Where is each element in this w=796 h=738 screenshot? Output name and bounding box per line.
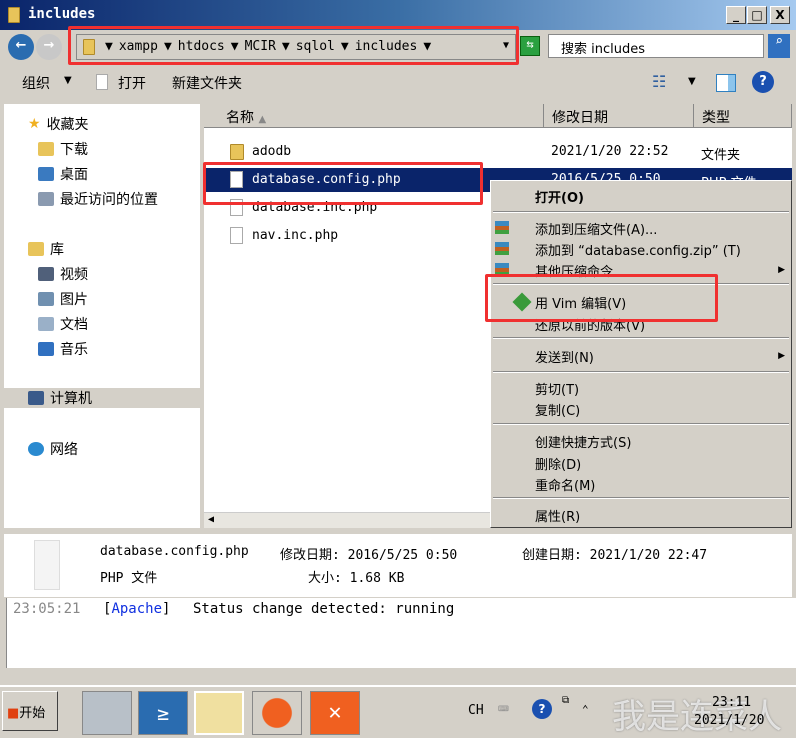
highlight-box <box>68 26 519 65</box>
menu-delete[interactable]: 删除(D) <box>535 454 581 473</box>
file-icon <box>34 540 60 590</box>
menu-open[interactable]: 打开(O) <box>535 187 584 206</box>
toolbar: 组织 ▼ 打开 新建文件夹 ☷ ▼ ? <box>0 66 796 100</box>
folder-icon <box>8 7 20 23</box>
show-hidden-icons[interactable]: ⌃ <box>582 703 589 716</box>
details-created: 创建日期: 2021/1/20 22:47 <box>522 548 708 563</box>
menu-rename[interactable]: 重命名(M) <box>535 475 595 494</box>
powershell-icon[interactable]: ≥ <box>138 691 188 735</box>
desktop-icon <box>38 167 54 181</box>
context-menu: 打开(O) 添加到压缩文件(A)... 添加到 “database.config… <box>490 180 792 528</box>
menu-add-zip[interactable]: 添加到 “database.config.zip” (T) <box>535 240 741 259</box>
winrar-icon <box>495 221 509 234</box>
search-icon[interactable]: ⌕ <box>768 34 790 58</box>
details-pane: database.config.php 修改日期: 2016/5/25 0:50… <box>4 534 792 597</box>
computer-icon <box>28 391 44 405</box>
taskbar: ■开始 ≥ ✕ CH ⌨ ? ⧉ ⌃ 我是连菜人 23:11 2021/1/20 <box>0 685 796 737</box>
nav-recent[interactable]: 最近访问的位置 <box>60 189 158 209</box>
language-indicator[interactable]: CH <box>468 703 484 718</box>
window-title: includes <box>28 6 96 22</box>
nav-favorites[interactable]: 收藏夹 <box>47 114 89 134</box>
refresh-icon[interactable]: ⇆ <box>520 36 540 56</box>
column-name[interactable]: 名称 ▲ <box>204 104 544 128</box>
highlight-box <box>203 162 483 205</box>
nav-downloads[interactable]: 下载 <box>60 139 88 159</box>
menu-cut[interactable]: 剪切(T) <box>535 379 579 398</box>
minimize-button[interactable]: _ <box>726 6 746 24</box>
file-icon <box>96 74 108 90</box>
search-input[interactable]: 搜索 includes <box>548 34 764 58</box>
xampp-log: 23:05:21 [Apache] Status change detected… <box>6 598 796 668</box>
firefox-icon[interactable] <box>252 691 302 735</box>
restore-icon[interactable]: ⧉ <box>562 695 569 706</box>
explorer-icon[interactable] <box>194 691 244 735</box>
details-filename: database.config.php <box>100 544 249 559</box>
log-module: Apache <box>111 601 163 617</box>
help-icon[interactable]: ? <box>752 71 774 93</box>
log-message: Status change detected: running <box>193 601 455 617</box>
log-time: 23:05:21 <box>13 601 81 617</box>
start-button[interactable]: ■开始 <box>2 691 58 731</box>
details-type: PHP 文件 <box>100 571 158 586</box>
keyboard-icon[interactable]: ⌨ <box>498 699 509 720</box>
maximize-button[interactable]: □ <box>747 6 767 24</box>
music-icon <box>38 342 54 356</box>
column-modified[interactable]: 修改日期 <box>544 104 694 128</box>
library-icon <box>28 242 44 256</box>
recent-icon <box>38 192 54 206</box>
pictures-icon <box>38 292 54 306</box>
nav-videos[interactable]: 视频 <box>60 264 88 284</box>
nav-desktop[interactable]: 桌面 <box>60 164 88 184</box>
winrar-icon <box>495 242 509 255</box>
organize-button[interactable]: 组织 <box>22 73 50 93</box>
network-icon <box>28 442 44 456</box>
new-folder-button[interactable]: 新建文件夹 <box>172 73 242 93</box>
view-icon[interactable]: ☷ <box>652 72 666 91</box>
downloads-icon <box>38 142 54 156</box>
menu-copy[interactable]: 复制(C) <box>535 400 580 419</box>
nav-documents[interactable]: 文档 <box>60 314 88 334</box>
details-modified: 修改日期: 2016/5/25 0:50 <box>280 548 458 563</box>
menu-add-archive[interactable]: 添加到压缩文件(A)... <box>535 219 657 238</box>
nav-music[interactable]: 音乐 <box>60 339 88 359</box>
nav-network[interactable]: 网络 <box>50 439 78 459</box>
preview-pane-icon[interactable] <box>716 74 736 92</box>
highlight-box <box>485 274 718 322</box>
menu-create-shortcut[interactable]: 创建快捷方式(S) <box>535 432 631 451</box>
clock-time[interactable]: 23:11 <box>712 695 751 710</box>
open-button[interactable]: 打开 <box>118 73 146 93</box>
menu-send-to[interactable]: 发送到(N) <box>535 347 594 366</box>
navigation-pane: ★ 收藏夹 下载 桌面 最近访问的位置 库 视频 图片 文档 音乐 计算机 网络 <box>4 104 200 528</box>
xampp-icon[interactable]: ✕ <box>310 691 360 735</box>
nav-computer[interactable]: 计算机 <box>50 388 92 408</box>
back-button[interactable]: ← <box>8 34 34 60</box>
help-icon[interactable]: ? <box>532 699 552 719</box>
documents-icon <box>38 317 54 331</box>
menu-properties[interactable]: 属性(R) <box>535 506 580 525</box>
details-size: 大小: 1.68 KB <box>308 571 405 586</box>
forward-button[interactable]: → <box>36 34 62 60</box>
videos-icon <box>38 267 54 281</box>
server-manager-icon[interactable] <box>82 691 132 735</box>
close-button[interactable]: X <box>770 6 790 24</box>
column-type[interactable]: 类型 <box>694 104 792 128</box>
file-row[interactable]: adodb 2021/1/20 22:52 文件夹 <box>204 140 792 164</box>
nav-libraries[interactable]: 库 <box>50 239 64 259</box>
clock-date[interactable]: 2021/1/20 <box>694 713 764 728</box>
nav-pictures[interactable]: 图片 <box>60 289 88 309</box>
